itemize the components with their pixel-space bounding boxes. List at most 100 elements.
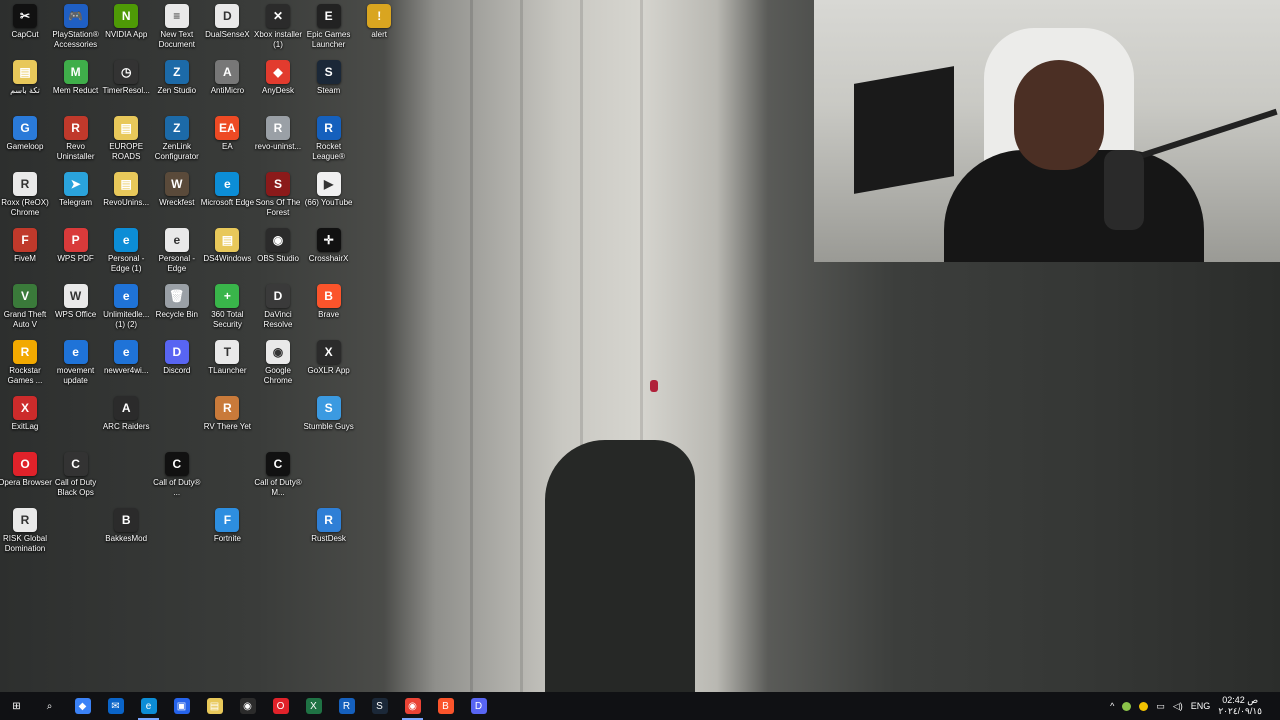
desktop-icon[interactable]: ▤ تكة باسم bbox=[0, 60, 50, 116]
desktop-icon[interactable]: e Personal - Edge (1) bbox=[101, 228, 151, 284]
taskbar-copilot-button[interactable]: ◆ bbox=[66, 692, 99, 720]
app-icon: ➤ bbox=[63, 172, 88, 196]
desktop-icon-label: Gameloop bbox=[6, 142, 44, 151]
taskbar-brave-button[interactable]: B bbox=[429, 692, 462, 720]
desktop-icon[interactable]: W Wreckfest bbox=[152, 172, 202, 228]
language-indicator[interactable]: ENG bbox=[1191, 701, 1211, 711]
desktop-icon[interactable]: R RustDesk bbox=[304, 508, 354, 564]
desktop-icon[interactable]: F Fortnite bbox=[202, 508, 252, 564]
desktop-icon[interactable]: ◷ TimerResol... bbox=[101, 60, 151, 116]
desktop-icon[interactable]: R Roxx (ReOX) Chrome bbox=[0, 172, 50, 228]
taskbar-steam-button[interactable]: S bbox=[363, 692, 396, 720]
desktop-icon[interactable]: e movement update bbox=[51, 340, 101, 396]
webcam-overlay bbox=[814, 0, 1280, 262]
desktop-icon[interactable]: B Brave bbox=[304, 284, 354, 340]
desktop-icon-label: Sons Of The Forest bbox=[255, 198, 301, 217]
discord-icon: D bbox=[470, 698, 487, 714]
desktop-icon[interactable]: D DualSenseX bbox=[202, 4, 252, 60]
desktop-icon[interactable]: ➤ Telegram bbox=[51, 172, 101, 228]
desktop-icon[interactable]: A ARC Raiders bbox=[101, 396, 151, 452]
taskbar-opera-button[interactable]: O bbox=[264, 692, 297, 720]
desktop-icon[interactable]: ▶ (66) YouTube bbox=[304, 172, 354, 228]
desktop-icon[interactable]: R RISK Global Domination bbox=[0, 508, 50, 564]
taskbar-search-button[interactable]: ⌕ bbox=[33, 692, 66, 720]
desktop-icon[interactable]: S Steam bbox=[304, 60, 354, 116]
desktop-icon[interactable]: R Rocket League® bbox=[304, 116, 354, 172]
desktop-icon[interactable]: X ExitLag bbox=[0, 396, 50, 452]
desktop-icon[interactable]: ▤ EUROPE ROADS bbox=[101, 116, 151, 172]
desktop-icon[interactable]: W WPS Office bbox=[51, 284, 101, 340]
desktop-icon[interactable]: R Revo Uninstaller bbox=[51, 116, 101, 172]
desktop-icon[interactable]: R Rockstar Games ... bbox=[0, 340, 50, 396]
taskbar-outlook-button[interactable]: ✉ bbox=[99, 692, 132, 720]
tray-app-icon[interactable] bbox=[1122, 701, 1132, 711]
desktop-icon[interactable]: C Call of Duty® M... bbox=[253, 452, 303, 508]
desktop-icon[interactable]: e Microsoft Edge bbox=[201, 172, 254, 228]
desktop-icon[interactable]: B BakkesMod bbox=[101, 508, 151, 564]
tray-app-icon[interactable] bbox=[1139, 701, 1149, 711]
taskbar-rocket-league-button[interactable]: R bbox=[330, 692, 363, 720]
desktop-icon[interactable]: ✕ Xbox installer (1) bbox=[253, 4, 303, 60]
desktop-icon[interactable]: Rrevo-uninst... bbox=[253, 116, 303, 172]
desktop-icon[interactable]: ✂ CapCut bbox=[0, 4, 50, 60]
desktop-icon[interactable]: D DaVinci Resolve bbox=[253, 284, 303, 340]
desktop-icon[interactable]: EA EA bbox=[202, 116, 252, 172]
desktop-icon[interactable]: E Epic Games Launcher bbox=[304, 4, 354, 60]
desktop-icon[interactable]: C Call of Duty Black Ops bbox=[51, 452, 101, 508]
clock[interactable]: ص 02:42 ٢٠٢٤/٠٩/١٥ bbox=[1214, 695, 1266, 717]
desktop-icon-label: Mem Reduct bbox=[52, 86, 99, 95]
desktop-icon[interactable]: S Stumble Guys bbox=[303, 396, 354, 452]
desktop-icon[interactable]: G Gameloop bbox=[0, 116, 50, 172]
desktop-icon-label: RISK Global Domination bbox=[2, 534, 48, 553]
desktop-icon[interactable]: 🎮 PlayStation® Accessories bbox=[51, 4, 101, 60]
desktop-icon[interactable]: ◉ Google Chrome bbox=[253, 340, 303, 396]
desktop-icon[interactable]: e newver4wi... bbox=[101, 340, 151, 396]
taskbar-discord-button[interactable]: D bbox=[462, 692, 495, 720]
desktop-icon[interactable]: D Discord bbox=[152, 340, 202, 396]
desktop-icon[interactable]: ▤ DS4Windows bbox=[202, 228, 252, 284]
taskbar-obs-button[interactable]: ◉ bbox=[231, 692, 264, 720]
desktop-icon[interactable]: ◉ OBS Studio bbox=[253, 228, 303, 284]
desktop-icon-label: RevoUnins... bbox=[103, 198, 150, 207]
desktop-icon[interactable]: A AntiMicro bbox=[202, 60, 252, 116]
app-icon: e bbox=[215, 172, 240, 196]
desktop-icon[interactable]: O Opera Browser bbox=[0, 452, 52, 508]
desktop-icon-label: Zen Studio bbox=[157, 86, 197, 95]
desktop-icon[interactable]: e Personal - Edge bbox=[152, 228, 202, 284]
desktop-icon[interactable]: T TLauncher bbox=[202, 340, 252, 396]
desktop-icon[interactable]: V Grand Theft Auto V bbox=[0, 284, 50, 340]
tray-chevron-icon[interactable]: ^ bbox=[1110, 701, 1114, 711]
taskbar-store-button[interactable]: ▣ bbox=[165, 692, 198, 720]
desktop-icon[interactable]: ≡ New Text Document bbox=[152, 4, 202, 60]
desktop-icon[interactable]: ◆ AnyDesk bbox=[253, 60, 303, 116]
desktop-icon[interactable]: C Call of Duty® ... bbox=[152, 452, 202, 508]
desktop-icon[interactable]: 🗑 Recycle Bin bbox=[152, 284, 202, 340]
desktop-icon[interactable]: ✛ CrosshairX bbox=[304, 228, 354, 284]
app-icon: R bbox=[13, 172, 37, 196]
start-button[interactable]: ⊞ bbox=[0, 692, 33, 720]
volume-icon[interactable]: ◁) bbox=[1173, 701, 1183, 712]
network-icon[interactable]: ▭ bbox=[1156, 701, 1165, 712]
desktop-icon[interactable]: R RV There Yet bbox=[202, 396, 252, 452]
desktop-icon[interactable]: e Unlimitedle... (1) (2) bbox=[101, 284, 151, 340]
desktop-icon[interactable]: F FiveM bbox=[0, 228, 50, 284]
desktop-icon-label: movement update bbox=[56, 366, 95, 385]
desktop-icon[interactable]: Z ZenLink Configurator bbox=[152, 116, 202, 172]
desktop-icon[interactable]: Z Zen Studio bbox=[152, 60, 202, 116]
desktop-icon[interactable]: M Mem Reduct bbox=[51, 60, 101, 116]
desktop-icon[interactable]: N NVIDIA App bbox=[101, 4, 151, 60]
desktop-icon[interactable]: ▤ RevoUnins... bbox=[101, 172, 151, 228]
taskbar-excel-button[interactable]: X bbox=[297, 692, 330, 720]
desktop-icon[interactable]: ! alert bbox=[354, 4, 404, 60]
desktop-icon-label: TLauncher bbox=[208, 366, 247, 375]
desktop-icon-label: Unlimitedle... (1) (2) bbox=[103, 310, 150, 329]
taskbar-edge-button[interactable]: e bbox=[132, 692, 165, 720]
app-icon: C bbox=[63, 452, 88, 476]
taskbar-chrome-button[interactable]: ◉ bbox=[396, 692, 429, 720]
desktop-icon[interactable]: +360 Total Security bbox=[202, 284, 252, 340]
desktop-icon[interactable]: P WPS PDF bbox=[51, 228, 101, 284]
taskbar-file-explorer-button[interactable]: ▤ bbox=[198, 692, 231, 720]
app-icon: N bbox=[114, 4, 139, 28]
desktop-icon[interactable]: X GoXLR App bbox=[304, 340, 354, 396]
desktop-icon[interactable]: S Sons Of The Forest bbox=[253, 172, 303, 228]
